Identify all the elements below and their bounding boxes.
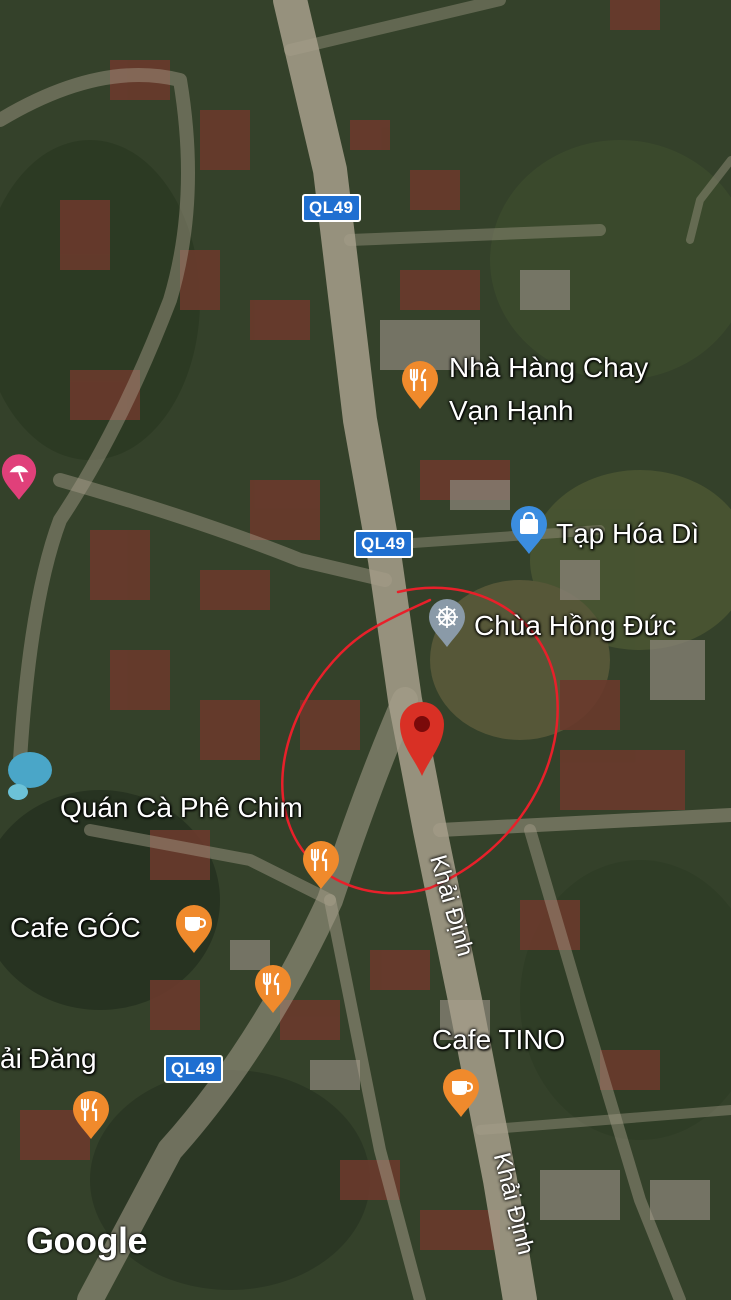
shopping-bag-icon[interactable] (509, 505, 549, 555)
satellite-map[interactable]: QL49 QL49 QL49 Nhà Hàng Chay Vạn Hạnh Tạ… (0, 0, 731, 1300)
poi-label-restaurant-chay-line2[interactable]: Vạn Hạnh (449, 395, 574, 427)
poi-label-cafe-chim[interactable]: Quán Cà Phê Chim (60, 792, 303, 824)
dharma-wheel-icon[interactable] (427, 598, 467, 648)
google-logo: Google (26, 1220, 148, 1261)
poi-label-pagoda[interactable]: Chùa Hồng Đức (474, 610, 676, 642)
route-shield-ql49: QL49 (302, 194, 361, 222)
fork-knife-icon[interactable] (71, 1090, 111, 1140)
route-shield-ql49: QL49 (164, 1055, 223, 1083)
route-shield-ql49: QL49 (354, 530, 413, 558)
fork-knife-icon[interactable] (301, 840, 341, 890)
coffee-cup-icon[interactable] (174, 904, 214, 954)
poi-label-grocery[interactable]: Tạp Hóa Dì (556, 518, 699, 550)
poi-label-restaurant-left[interactable]: ải Đăng (0, 1043, 97, 1075)
poi-label-cafe-goc[interactable]: Cafe GÓC (10, 912, 141, 944)
umbrella-icon[interactable] (0, 452, 38, 502)
fork-knife-icon[interactable] (400, 360, 440, 410)
poi-label-restaurant-chay[interactable]: Nhà Hàng Chay (449, 352, 648, 384)
coffee-cup-icon[interactable] (441, 1068, 481, 1118)
poi-label-cafe-tino[interactable]: Cafe TINO (432, 1024, 565, 1056)
fork-knife-icon[interactable] (253, 964, 293, 1014)
location-pin-icon[interactable] (398, 700, 446, 778)
